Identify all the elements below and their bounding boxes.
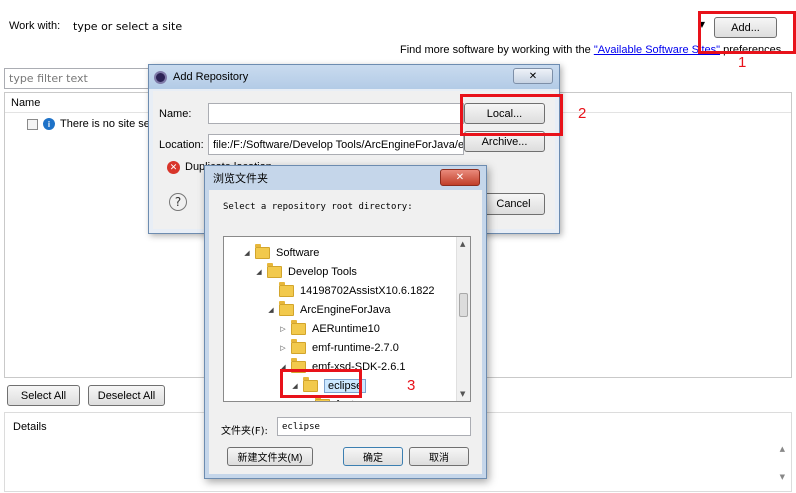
name-label: Name: [159, 108, 192, 120]
dialog-titlebar: Add Repository ✕ [149, 65, 559, 89]
scroll-down-icon[interactable]: ▼ [780, 473, 785, 481]
folder-icon [279, 281, 294, 297]
expanded-arrow-icon[interactable]: ◢ [266, 306, 276, 314]
folder-icon [291, 319, 306, 335]
annotation-3: 3 [407, 377, 416, 394]
location-label: Location: [159, 139, 204, 151]
table-row[interactable]: i There is no site se [27, 115, 150, 133]
deselect-all-button[interactable]: Deselect All [88, 385, 165, 406]
tree-item-label: features [336, 399, 376, 402]
folder-label: 文件夹(F): [221, 426, 268, 437]
tree-item[interactable]: ▷ AERuntime10 [278, 319, 380, 338]
tree-item-label: emf-runtime-2.7.0 [312, 341, 399, 354]
folder-icon [255, 243, 270, 259]
tree-item-label: Develop Tools [288, 265, 357, 278]
scroll-up-icon[interactable]: ▲ [460, 240, 465, 248]
folder-icon [279, 300, 294, 316]
annotation-2: 2 [578, 105, 587, 122]
highlight-eclipse [280, 369, 362, 398]
error-icon: ✕ [167, 161, 180, 174]
select-all-button[interactable]: Select All [7, 385, 80, 406]
expanded-arrow-icon[interactable]: ◢ [254, 268, 264, 276]
work-with-label: Work with: [9, 20, 61, 32]
close-icon[interactable]: ✕ [513, 68, 553, 84]
collapsed-arrow-icon[interactable]: ▷ [278, 325, 288, 333]
eclipse-icon [154, 70, 167, 84]
details-label: Details [13, 421, 47, 433]
work-with-combo[interactable]: type or select a site ▼ [68, 16, 708, 37]
annotation-1: 1 [738, 54, 747, 71]
ok-button[interactable]: 确定 [343, 447, 403, 466]
name-field[interactable] [208, 103, 464, 124]
scroll-thumb[interactable] [459, 293, 468, 317]
browse-body: Select a repository root directory: ◢ Sof… [209, 190, 482, 474]
collapsed-arrow-icon[interactable]: ▷ [302, 401, 312, 402]
tree-item[interactable]: ◢ ArcEngineForJava [266, 300, 391, 319]
work-with-value: type or select a site [73, 20, 183, 33]
tree-item-label: Software [276, 246, 320, 259]
scroll-down-icon[interactable]: ▼ [460, 390, 465, 398]
scroll-up-icon[interactable]: ▲ [780, 445, 785, 453]
info-icon: i [43, 118, 55, 130]
tree-item-label: AERuntime10 [312, 322, 380, 335]
highlight-add [698, 11, 796, 54]
browse-titlebar: 浏览文件夹 ✕ [205, 166, 486, 190]
close-icon[interactable]: ✕ [440, 169, 480, 186]
browse-cancel-button[interactable]: 取消 [409, 447, 469, 466]
browse-prompt: Select a repository root directory: [223, 202, 413, 212]
new-folder-button[interactable]: 新建文件夹(M) [227, 447, 313, 466]
folder-icon [291, 338, 306, 354]
tree-item[interactable]: ◢ Develop Tools [254, 262, 357, 281]
tree-item[interactable]: ▷ emf-runtime-2.7.0 [278, 338, 399, 357]
tree-item[interactable]: ◢ Software [242, 243, 319, 262]
filter-input[interactable]: type filter text [4, 68, 154, 89]
tree-item-label: ArcEngineForJava [300, 303, 391, 316]
help-icon[interactable]: ? [169, 193, 187, 211]
location-field[interactable]: file:/F:/Software/Develop Tools/ArcEngin… [208, 134, 464, 155]
folder-field[interactable]: eclipse [277, 417, 471, 436]
highlight-local [460, 94, 563, 136]
checkbox[interactable] [27, 118, 38, 130]
tree-scrollbar[interactable]: ▲ ▼ [456, 237, 470, 401]
browse-folder-dialog: 浏览文件夹 ✕ Select a repository root directo… [204, 165, 487, 479]
collapsed-arrow-icon[interactable]: ▷ [278, 344, 288, 352]
tree-item-label: 14198702AssistX10.6.1822 [300, 284, 435, 297]
cancel-button[interactable]: Cancel [482, 193, 545, 215]
tree-item[interactable]: 14198702AssistX10.6.1822 [266, 281, 435, 300]
expanded-arrow-icon[interactable]: ◢ [242, 249, 252, 257]
folder-icon [315, 395, 330, 401]
folder-icon [267, 262, 282, 278]
